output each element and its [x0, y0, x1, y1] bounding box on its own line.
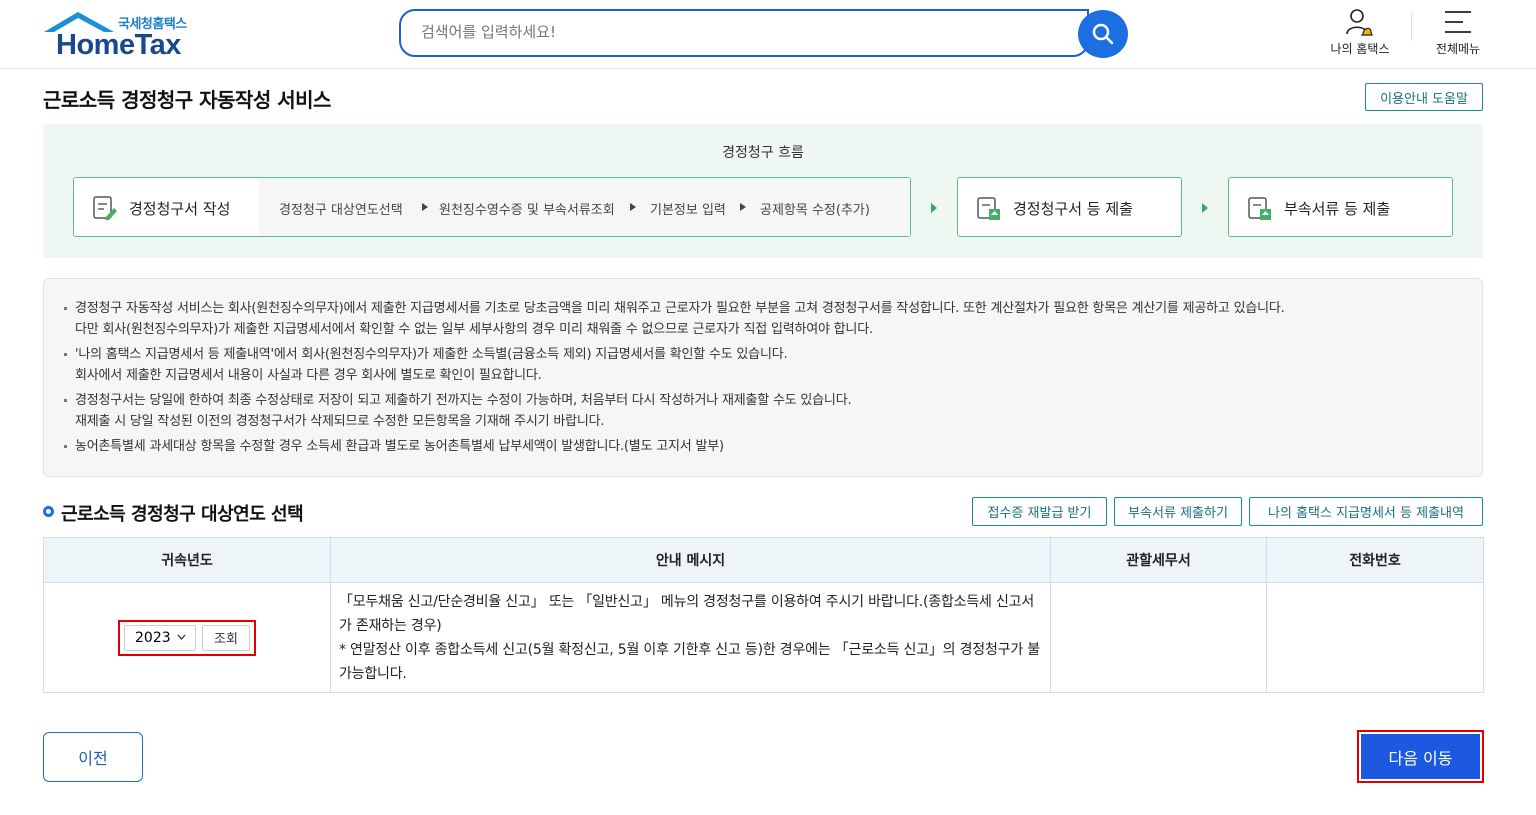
hometax-logo[interactable]: 국세청홈택스 HomeTax: [42, 10, 202, 61]
menu-icon: [1445, 11, 1471, 33]
search-input[interactable]: [421, 23, 1061, 41]
notice-box: 경정청구 자동작성 서비스는 회사(원천징수의무자)에서 제출한 지급명세서를 …: [43, 278, 1483, 477]
flow-step-attachments: 부속서류 등 제출: [1228, 177, 1453, 237]
notice-line: 재제출 시 당일 작성된 이전의 경정청구서가 삭제되므로 수정한 모든항목을 …: [75, 414, 605, 429]
header: 국세청홈택스 HomeTax 나의 홈택스 전체메뉴: [0, 0, 1536, 69]
substep-arrow-icon: [630, 203, 636, 211]
next-button[interactable]: 다음 이동: [1361, 734, 1480, 779]
flow-substeps: 경정청구 대상연도선택 원천징수영수증 및 부속서류조회 기본정보 입력 공제항…: [259, 178, 910, 236]
my-hometax-button[interactable]: 나의 홈택스: [1326, 6, 1394, 57]
notice-line: '나의 홈택스 지급명세서 등 제출내역'에서 회사(원천징수의무자)가 제출한…: [75, 347, 788, 362]
user-bell-icon: [1346, 9, 1373, 36]
section-title: 근로소득 경정청구 대상연도 선택: [61, 504, 304, 525]
search-box: [399, 9, 1089, 57]
flow-step-submit-label: 경정청구서 등 제출: [1013, 200, 1133, 218]
notice-line: 다만 회사(원천징수의무자)가 제출한 지급명세서에서 확인할 수 없는 일부 …: [75, 322, 873, 337]
notice-item: '나의 홈택스 지급명세서 등 제출내역'에서 회사(원천징수의무자)가 제출한…: [64, 344, 1285, 386]
query-button[interactable]: 조회: [202, 624, 250, 651]
submit-attachments-button[interactable]: 부속서류 제출하기: [1114, 497, 1242, 526]
chevron-down-icon: [177, 634, 186, 640]
substep-deduction-edit: 공제항목 수정(추가): [760, 203, 870, 218]
substep-receipt-lookup: 원천징수영수증 및 부속서류조회: [439, 203, 615, 218]
logo-title: HomeTax: [56, 29, 181, 61]
substep-year-select: 경정청구 대상연도선택: [279, 203, 403, 218]
col-header-phone: 전화번호: [1266, 537, 1484, 583]
substep-basic-info: 기본정보 입력: [650, 203, 726, 218]
phone-cell: [1266, 582, 1484, 693]
flow-step-write: 경정청구서 작성 경정청구 대상연도선택 원천징수영수증 및 부속서류조회 기본…: [73, 177, 911, 237]
flow-arrow-icon: [1202, 203, 1208, 213]
notice-item: 농어촌특별세 과세대상 항목을 수정할 경우 소득세 환급과 별도로 농어촌특별…: [64, 436, 1285, 457]
page-title: 근로소득 경정청구 자동작성 서비스: [43, 88, 331, 112]
receipt-reissue-button[interactable]: 접수증 재발급 받기: [972, 497, 1107, 526]
notice-item: 경정청구서는 당일에 한하여 최종 수정상태로 저장이 되고 제출하기 전까지는…: [64, 390, 1285, 432]
statement-history-button[interactable]: 나의 홈택스 지급명세서 등 제출내역: [1249, 497, 1483, 526]
document-upload-icon: [1248, 197, 1271, 220]
prev-button[interactable]: 이전: [43, 732, 143, 782]
flow-arrow-icon: [931, 203, 937, 213]
flow-panel: 경정청구 흐름 경정청구서 작성 경정청구 대상연도선택 원천징수영수증 및 부…: [43, 124, 1483, 258]
notice-list: 경정청구 자동작성 서비스는 회사(원천징수의무자)에서 제출한 지급명세서를 …: [64, 298, 1285, 461]
notice-line: 경정청구 자동작성 서비스는 회사(원천징수의무자)에서 제출한 지급명세서를 …: [75, 301, 1285, 316]
document-upload-icon: [977, 197, 1000, 220]
year-value: 2023: [135, 629, 171, 646]
header-divider: [1411, 13, 1412, 41]
table-header-row: 귀속년도 안내 메시지 관할세무서 전화번호: [43, 537, 1484, 583]
substep-arrow-icon: [422, 203, 428, 211]
year-select-table: 귀속년도 안내 메시지 관할세무서 전화번호 2023 조회 「모두채움 신고/…: [43, 537, 1484, 693]
notice-line: 경정청구서는 당일에 한하여 최종 수정상태로 저장이 되고 제출하기 전까지는…: [75, 393, 852, 408]
year-selector-group: 2023 조회: [118, 619, 256, 656]
notice-line: 회사에서 제출한 지급명세서 내용이 사실과 다른 경우 회사에 별도로 확인이…: [75, 368, 542, 383]
year-dropdown[interactable]: 2023: [124, 624, 196, 651]
my-hometax-label: 나의 홈택스: [1330, 42, 1390, 56]
col-header-tax-office: 관할세무서: [1050, 537, 1267, 583]
col-header-year: 귀속년도: [43, 537, 331, 583]
message-line: * 연말정산 이후 종합소득세 신고(5월 확정신고, 5월 이후 기한후 신고…: [339, 641, 1040, 682]
section-bullet-icon: [43, 506, 54, 517]
help-guide-button[interactable]: 이용안내 도움말: [1365, 83, 1483, 111]
table-row: 2023 조회 「모두채움 신고/단순경비율 신고」 또는 「일반신고」 메뉴의…: [43, 582, 1484, 693]
message-cell: 「모두채움 신고/단순경비율 신고」 또는 「일반신고」 메뉴의 경정청구를 이…: [330, 582, 1051, 693]
flow-step-write-label: 경정청구서 작성: [129, 200, 231, 218]
full-menu-label: 전체메뉴: [1435, 42, 1481, 56]
col-header-message: 안내 메시지: [330, 537, 1051, 583]
flow-title: 경정청구 흐름: [722, 145, 804, 161]
next-button-highlight: 다음 이동: [1357, 730, 1484, 783]
search-button[interactable]: [1078, 10, 1128, 58]
tax-office-cell: [1050, 582, 1267, 693]
flow-step-attachments-label: 부속서류 등 제출: [1284, 200, 1391, 218]
notice-line: 농어촌특별세 과세대상 항목을 수정할 경우 소득세 환급과 별도로 농어촌특별…: [75, 439, 724, 454]
search-icon: [1092, 23, 1114, 45]
document-edit-icon: [93, 196, 117, 220]
message-line: 「모두채움 신고/단순경비율 신고」 또는 「일반신고」 메뉴의 경정청구를 이…: [339, 593, 1035, 634]
substep-arrow-icon: [740, 203, 746, 211]
full-menu-button[interactable]: 전체메뉴: [1428, 6, 1488, 57]
flow-step-submit: 경정청구서 등 제출: [957, 177, 1182, 237]
notice-item: 경정청구 자동작성 서비스는 회사(원천징수의무자)에서 제출한 지급명세서를 …: [64, 298, 1285, 340]
year-cell: 2023 조회: [43, 582, 331, 693]
